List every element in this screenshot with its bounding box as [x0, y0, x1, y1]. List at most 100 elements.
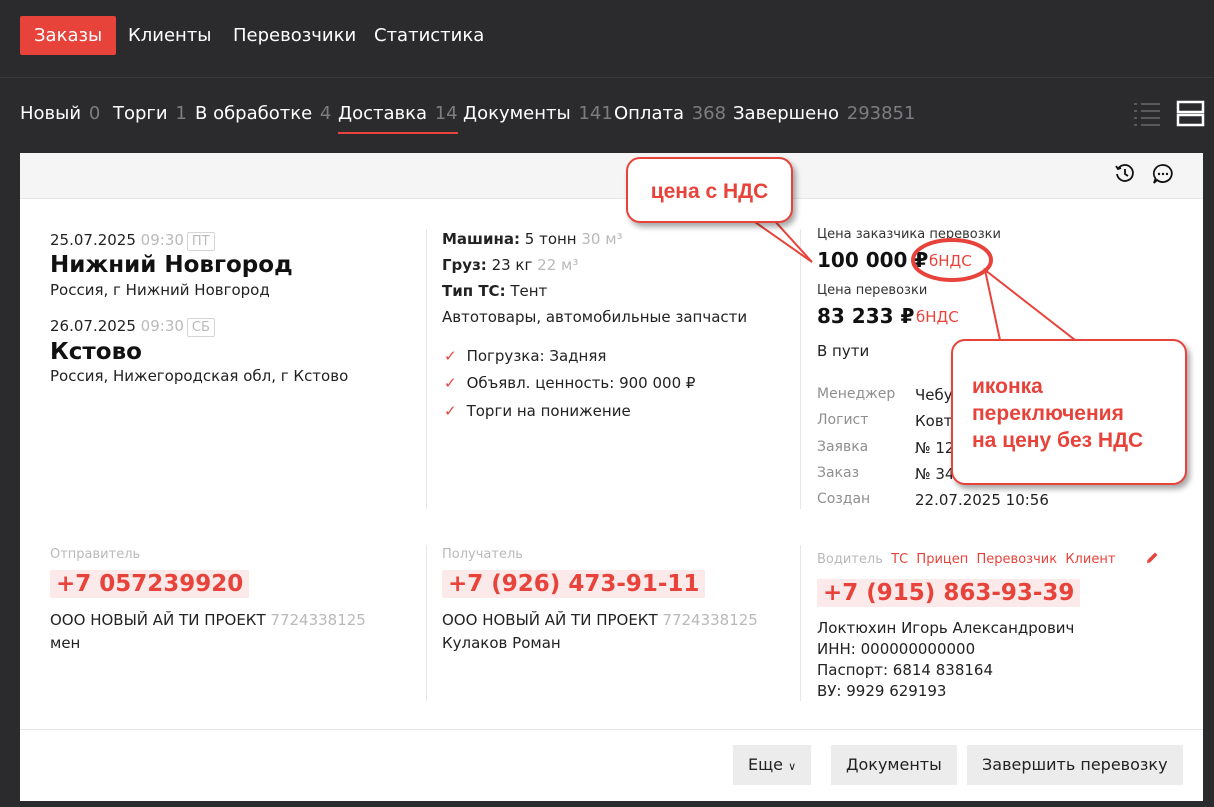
list-view-icon[interactable]	[1132, 99, 1162, 129]
receiver-company: ООО НОВЫЙ АЙ ТИ ПРОЕКТ 7724338125	[442, 611, 758, 629]
carrier-price-label: Цена перевозки	[817, 283, 928, 298]
tab-delivery[interactable]: Доставка 14	[338, 103, 458, 134]
tab-label: В обработке	[195, 103, 313, 124]
arrival-city: Кстово	[50, 339, 142, 365]
sender-phone[interactable]: +7 057239920	[50, 570, 250, 598]
card-view-icon[interactable]	[1176, 99, 1206, 129]
callout-line: иконка	[972, 375, 1043, 398]
check-label: Объявл. ценность: 900 000 ₽	[466, 374, 696, 392]
vehicle-type-label: Тип ТС:	[442, 282, 506, 300]
detail-label: Создан	[817, 491, 871, 507]
sender-inn: 7724338125	[270, 611, 366, 629]
tab-count: 4	[319, 103, 332, 124]
departure-address: Россия, г Нижний Новгород	[50, 281, 270, 299]
cargo-volume: 22 м³	[537, 256, 579, 274]
callout-vat-price: цена с НДС	[626, 157, 793, 223]
tab-auction[interactable]: Торги 1	[113, 103, 187, 124]
tab-label: Новый	[20, 103, 82, 124]
tab-count: 0	[88, 103, 101, 124]
detail-label: Заказ	[817, 465, 860, 481]
chevron-down-icon: ∨	[788, 760, 797, 773]
machine-label: Машина:	[442, 230, 520, 248]
link-carrier[interactable]: Перевозчик	[977, 552, 1058, 567]
nav-carriers[interactable]: Перевозчики	[219, 16, 370, 55]
tab-label: Документы	[463, 103, 571, 124]
machine-volume: 30 м³	[581, 230, 623, 248]
receiver-company-name: ООО НОВЫЙ АЙ ТИ ПРОЕКТ	[442, 611, 658, 629]
column-divider	[426, 229, 427, 509]
nav-statistics[interactable]: Статистика	[360, 16, 498, 55]
tab-payment[interactable]: Оплата 368	[614, 103, 726, 124]
chat-icon[interactable]	[1152, 163, 1174, 185]
callout-line: на цену без НДС	[972, 429, 1144, 452]
cargo-info: Груз: 23 кг 22 м³	[442, 256, 578, 274]
documents-button[interactable]: Документы	[831, 745, 957, 785]
driver-license: ВУ: 9929 629193	[817, 682, 947, 700]
driver-passport: Паспорт: 6814 838164	[817, 661, 993, 679]
machine-info: Машина: 5 тонн 30 м³	[442, 230, 623, 248]
tab-count: 293851	[846, 103, 916, 124]
nav-orders[interactable]: Заказы	[20, 16, 117, 55]
detail-value: № 12	[915, 439, 955, 457]
edit-pencil-icon[interactable]	[1146, 551, 1159, 564]
departure-datetime: 25.07.2025 09:30 ПТ	[50, 231, 215, 251]
column-divider	[800, 229, 801, 509]
check-icon: ✓	[444, 347, 457, 365]
arrival-day: СБ	[186, 318, 215, 337]
cargo-label: Груз:	[442, 256, 487, 274]
receiver-inn: 7724338125	[662, 611, 758, 629]
driver-name: Локтюхин Игорь Александрович	[817, 619, 1075, 637]
callout-vat-toggle: иконка переключения на цену без НДС	[951, 339, 1187, 485]
receiver-contact: Кулаков Роман	[442, 634, 561, 652]
check-item: ✓ Объявл. ценность: 900 000 ₽	[444, 374, 695, 392]
check-label: Торги на понижение	[466, 402, 631, 420]
driver-label: Водитель	[817, 552, 883, 567]
status-tabs: Новый 0 Торги 1 В обработке 4 Доставка 1…	[0, 79, 1214, 153]
arrival-date: 26.07.2025	[50, 317, 136, 335]
link-client[interactable]: Клиент	[1065, 552, 1115, 567]
card-header	[20, 153, 1203, 199]
column-divider	[800, 545, 801, 701]
column-divider	[426, 545, 427, 701]
detail-value: № 34	[915, 465, 955, 483]
driver-phone[interactable]: +7 (915) 863-93-39	[817, 579, 1081, 607]
tab-count: 368	[691, 103, 727, 124]
more-button[interactable]: Еще ∨	[733, 745, 812, 785]
nav-clients[interactable]: Клиенты	[114, 16, 226, 55]
departure-date: 25.07.2025	[50, 231, 136, 249]
arrival-time: 09:30	[140, 317, 184, 335]
history-icon[interactable]	[1114, 163, 1136, 185]
tab-completed[interactable]: Завершено 293851	[733, 103, 915, 124]
sender-company: ООО НОВЫЙ АЙ ТИ ПРОЕКТ 7724338125	[50, 611, 366, 629]
driver-links: Водитель ТС Прицеп Перевозчик Клиент	[817, 552, 1115, 567]
cargo-value: 23 кг	[491, 256, 533, 274]
receiver-label: Получатель	[442, 547, 523, 562]
vehicle-type: Тип ТС: Тент	[442, 282, 547, 300]
departure-city: Нижний Новгород	[50, 252, 293, 278]
callout-line: переключения	[972, 402, 1124, 425]
departure-day: ПТ	[186, 232, 215, 251]
tab-new[interactable]: Новый 0	[20, 103, 100, 124]
receiver-phone[interactable]: +7 (926) 473-91-11	[442, 570, 706, 598]
finish-shipment-button[interactable]: Завершить перевозку	[967, 745, 1183, 785]
tab-documents[interactable]: Документы 141	[463, 103, 613, 124]
check-item: ✓ Торги на понижение	[444, 402, 631, 420]
tab-label: Торги	[113, 103, 168, 124]
detail-label: Заявка	[817, 439, 869, 455]
vat-toggle[interactable]: бНДС	[929, 252, 972, 270]
tab-count: 1	[175, 103, 187, 124]
check-item: ✓ Погрузка: Задняя	[444, 347, 606, 365]
detail-value: 22.07.2025 10:56	[915, 491, 1049, 509]
vehicle-type-value: Тент	[510, 282, 548, 300]
tab-processing[interactable]: В обработке 4	[195, 103, 331, 124]
more-label: Еще	[748, 755, 784, 774]
driver-inn: ИНН: 000000000000	[817, 640, 976, 658]
sender-company-name: ООО НОВЫЙ АЙ ТИ ПРОЕКТ	[50, 611, 266, 629]
carrier-price: 83 233 ₽	[817, 304, 915, 328]
link-trailer[interactable]: Прицеп	[916, 552, 968, 567]
check-icon: ✓	[444, 374, 457, 392]
carrier-vat-label[interactable]: бНДС	[916, 308, 959, 326]
tab-label: Завершено	[733, 103, 840, 124]
link-vehicle[interactable]: ТС	[891, 552, 908, 567]
detail-value: Чебу	[915, 386, 953, 404]
